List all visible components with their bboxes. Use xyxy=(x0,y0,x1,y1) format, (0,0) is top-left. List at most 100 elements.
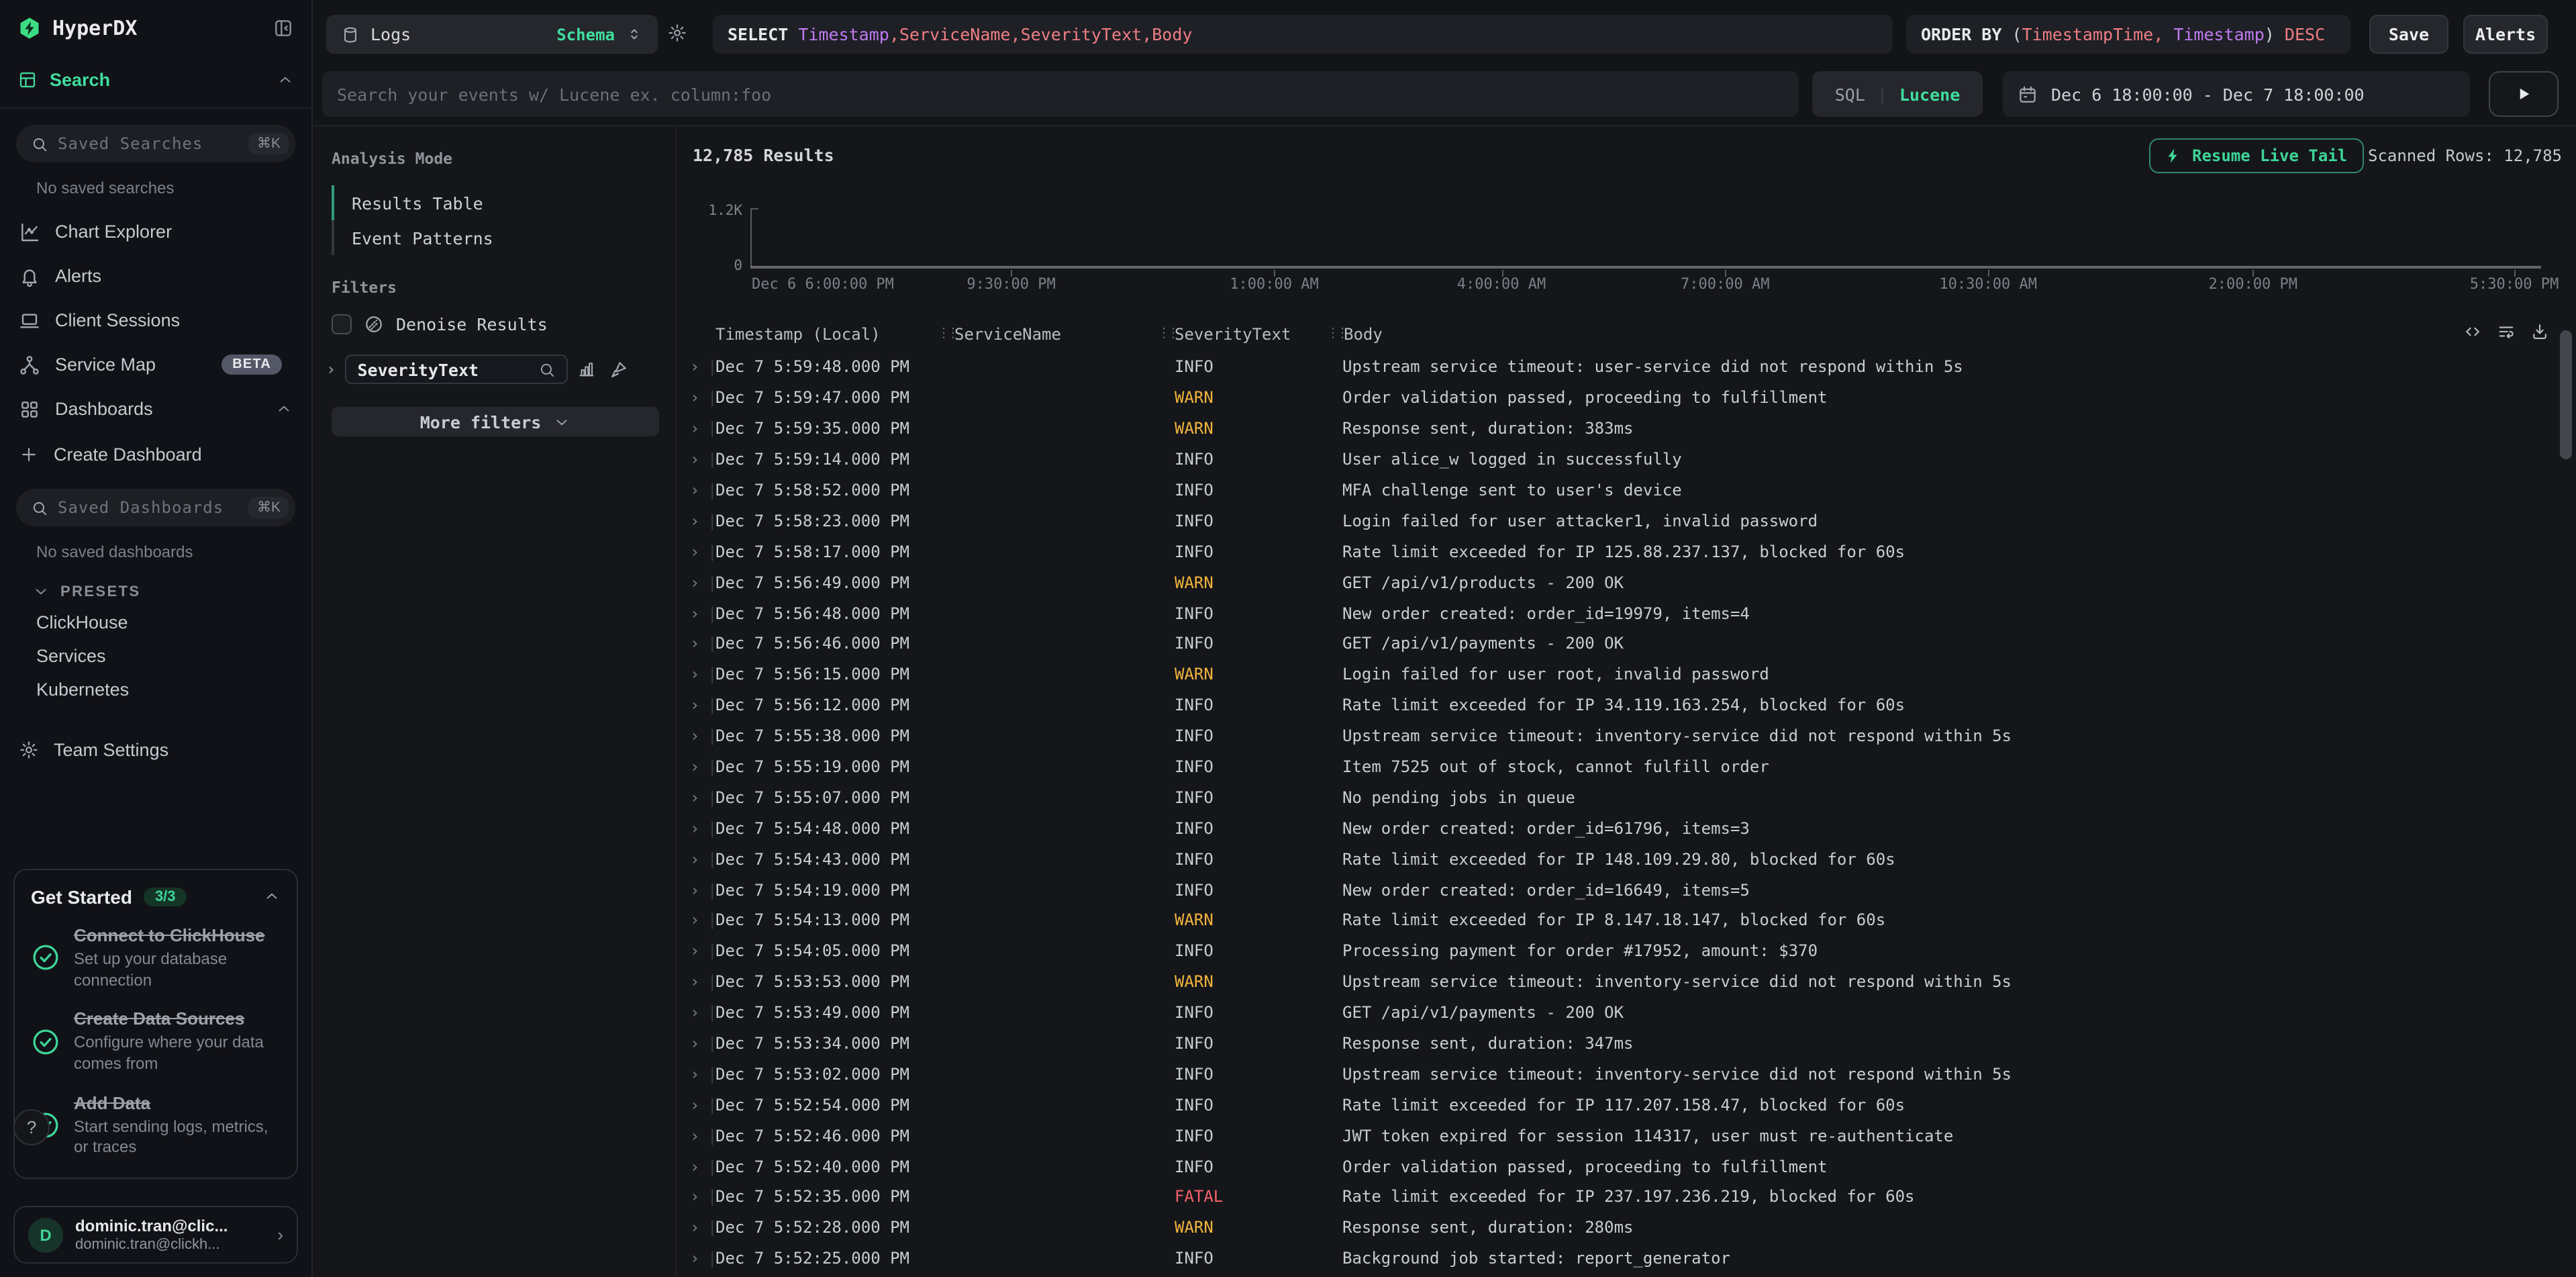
log-row[interactable]: ›|Dec 7 5:58:23.000 PMINFOLogin failed f… xyxy=(677,506,2576,536)
column-header-timestamp-local-[interactable]: Timestamp (Local) xyxy=(715,325,881,344)
user-menu[interactable]: D dominic.tran@clic... dominic.tran@clic… xyxy=(13,1206,298,1264)
sidebar-item-chart-explorer[interactable]: Chart Explorer xyxy=(0,209,311,254)
lucene-search-input[interactable]: Search your events w/ Lucene ex. column:… xyxy=(322,71,1799,117)
row-expand-icon[interactable]: › xyxy=(690,1157,699,1176)
download-icon[interactable] xyxy=(2530,322,2549,341)
run-query-button[interactable] xyxy=(2489,71,2559,117)
log-row[interactable]: ›|Dec 7 5:53:49.000 PMINFOGET /api/v1/pa… xyxy=(677,997,2576,1028)
histogram-bars[interactable] xyxy=(753,208,2541,267)
row-expand-icon[interactable]: › xyxy=(690,665,699,684)
log-row[interactable]: ›|Dec 7 5:59:48.000 PMINFOUpstream servi… xyxy=(677,352,2576,383)
help-button[interactable]: ? xyxy=(13,1109,50,1145)
row-expand-icon[interactable]: › xyxy=(690,880,699,899)
save-button[interactable]: Save xyxy=(2369,15,2448,54)
saved-searches-input[interactable]: Saved Searches ⌘K xyxy=(16,125,295,162)
log-row[interactable]: ›|Dec 7 5:52:25.000 PMINFOBackground job… xyxy=(677,1243,2576,1274)
log-row[interactable]: ›|Dec 7 5:53:53.000 PMWARNUpstream servi… xyxy=(677,967,2576,998)
get-started-item[interactable]: Add DataStart sending logs, metrics, or … xyxy=(31,1092,281,1159)
log-row[interactable]: ›|Dec 7 5:58:52.000 PMINFOMFA challenge … xyxy=(677,475,2576,506)
get-started-header[interactable]: Get Started 3/3 xyxy=(31,886,281,907)
row-expand-icon[interactable]: › xyxy=(690,819,699,838)
log-row[interactable]: ›|Dec 7 5:52:28.000 PMWARNResponse sent,… xyxy=(677,1213,2576,1243)
analysis-mode-event-patterns[interactable]: Event Patterns xyxy=(334,220,675,255)
saved-dashboards-input[interactable]: Saved Dashboards ⌘K xyxy=(16,489,295,526)
log-row[interactable]: ›|Dec 7 5:53:34.000 PMINFOResponse sent,… xyxy=(677,1028,2576,1059)
vertical-scrollbar[interactable] xyxy=(2560,330,2572,459)
row-expand-icon[interactable]: › xyxy=(690,696,699,714)
row-expand-icon[interactable]: › xyxy=(690,1249,699,1268)
facet-expand-icon[interactable]: › xyxy=(326,360,336,379)
row-expand-icon[interactable]: › xyxy=(690,973,699,992)
order-by-input[interactable]: ORDER BY (TimestampTime, Timestamp) DESC xyxy=(1906,15,2350,54)
log-row[interactable]: ›|Dec 7 5:52:40.000 PMINFOOrder validati… xyxy=(677,1151,2576,1182)
log-row[interactable]: ›|Dec 7 5:59:47.000 PMWARNOrder validati… xyxy=(677,383,2576,414)
query-language-toggle[interactable]: SQL | Lucene xyxy=(1812,71,1983,117)
drag-handle-icon[interactable]: ⋮⋮ xyxy=(1157,326,1176,341)
histogram-plot[interactable]: 1.2K 0 xyxy=(752,208,2541,267)
lucene-toggle[interactable]: Lucene xyxy=(1899,84,1960,104)
row-expand-icon[interactable]: › xyxy=(690,634,699,653)
log-row[interactable]: ›|Dec 7 5:56:48.000 PMINFONew order crea… xyxy=(677,598,2576,628)
sidebar-item-search[interactable]: Search xyxy=(0,56,311,109)
row-expand-icon[interactable]: › xyxy=(690,1219,699,1237)
alerts-button[interactable]: Alerts xyxy=(2463,15,2548,54)
wrap-lines-icon[interactable] xyxy=(2497,322,2516,341)
preset-kubernetes[interactable]: Kubernetes xyxy=(0,673,311,706)
preset-services[interactable]: Services xyxy=(0,639,311,673)
sidebar-item-alerts[interactable]: Alerts xyxy=(0,254,311,298)
severity-facet[interactable]: SeverityText xyxy=(345,354,568,384)
row-expand-icon[interactable]: › xyxy=(690,358,699,377)
source-selector[interactable]: Logs Schema xyxy=(326,15,658,54)
log-row[interactable]: ›|Dec 7 5:56:12.000 PMINFORate limit exc… xyxy=(677,690,2576,721)
analysis-mode-results-table[interactable]: Results Table xyxy=(334,185,675,220)
resume-live-tail-button[interactable]: Resume Live Tail xyxy=(2149,138,2363,173)
row-expand-icon[interactable]: › xyxy=(690,1065,699,1084)
row-expand-icon[interactable]: › xyxy=(690,1096,699,1115)
row-expand-icon[interactable]: › xyxy=(690,450,699,469)
select-query-input[interactable]: SELECT Timestamp,ServiceName,SeverityTex… xyxy=(713,15,1893,54)
row-expand-icon[interactable]: › xyxy=(690,419,699,438)
row-expand-icon[interactable]: › xyxy=(690,942,699,961)
sidebar-collapse-icon[interactable] xyxy=(273,17,294,39)
drag-handle-icon[interactable]: ⋮⋮ xyxy=(1326,326,1345,341)
denoise-results-option[interactable]: Denoise Results xyxy=(332,314,656,334)
row-expand-icon[interactable]: › xyxy=(690,481,699,500)
row-expand-icon[interactable]: › xyxy=(690,604,699,622)
log-row[interactable]: ›|Dec 7 5:56:49.000 PMWARNGET /api/v1/pr… xyxy=(677,567,2576,598)
sidebar-item-team-settings[interactable]: Team Settings xyxy=(0,722,311,777)
search-icon[interactable] xyxy=(538,361,556,378)
more-filters-button[interactable]: More filters xyxy=(332,407,659,436)
row-expand-icon[interactable]: › xyxy=(690,788,699,807)
log-row[interactable]: ›|Dec 7 5:56:15.000 PMWARNLogin failed f… xyxy=(677,659,2576,690)
log-row[interactable]: ›|Dec 7 5:52:35.000 PMFATALRate limit ex… xyxy=(677,1182,2576,1213)
row-expand-icon[interactable]: › xyxy=(690,1188,699,1207)
create-dashboard-button[interactable]: Create Dashboard xyxy=(0,431,311,473)
row-expand-icon[interactable]: › xyxy=(690,573,699,592)
row-expand-icon[interactable]: › xyxy=(690,1003,699,1022)
log-row[interactable]: ›|Dec 7 5:53:02.000 PMINFOUpstream servi… xyxy=(677,1059,2576,1090)
column-header-servicename[interactable]: ServiceName xyxy=(954,325,1061,344)
pin-icon[interactable] xyxy=(608,359,628,379)
sidebar-item-dashboards[interactable]: Dashboards xyxy=(0,387,311,431)
row-expand-icon[interactable]: › xyxy=(690,757,699,776)
log-row[interactable]: ›|Dec 7 5:58:17.000 PMINFORate limit exc… xyxy=(677,536,2576,567)
denoise-checkbox[interactable] xyxy=(332,314,352,334)
chevron-up-icon[interactable] xyxy=(275,400,293,418)
sql-toggle[interactable]: SQL xyxy=(1835,84,1865,104)
get-started-item[interactable]: Connect to ClickHouseSet up your databas… xyxy=(31,925,281,991)
log-row[interactable]: ›|Dec 7 5:54:13.000 PMWARNRate limit exc… xyxy=(677,905,2576,936)
log-row[interactable]: ›|Dec 7 5:54:05.000 PMINFOProcessing pay… xyxy=(677,936,2576,967)
column-header-severitytext[interactable]: SeverityText xyxy=(1175,325,1291,344)
column-header-body[interactable]: Body xyxy=(1344,325,1383,344)
log-row[interactable]: ›|Dec 7 5:54:43.000 PMINFORate limit exc… xyxy=(677,844,2576,875)
presets-toggle[interactable]: PRESETS xyxy=(0,567,311,606)
preset-clickhouse[interactable]: ClickHouse xyxy=(0,606,311,639)
chevron-up-icon[interactable] xyxy=(263,888,281,905)
sidebar-item-client-sessions[interactable]: Client Sessions xyxy=(0,298,311,342)
log-row[interactable]: ›|Dec 7 5:55:19.000 PMINFOItem 7525 out … xyxy=(677,751,2576,782)
row-expand-icon[interactable]: › xyxy=(690,1034,699,1053)
chevron-up-icon[interactable] xyxy=(277,71,294,89)
row-expand-icon[interactable]: › xyxy=(690,911,699,930)
log-row[interactable]: ›|Dec 7 5:52:54.000 PMINFORate limit exc… xyxy=(677,1090,2576,1121)
expand-source-icon[interactable] xyxy=(2463,322,2482,341)
